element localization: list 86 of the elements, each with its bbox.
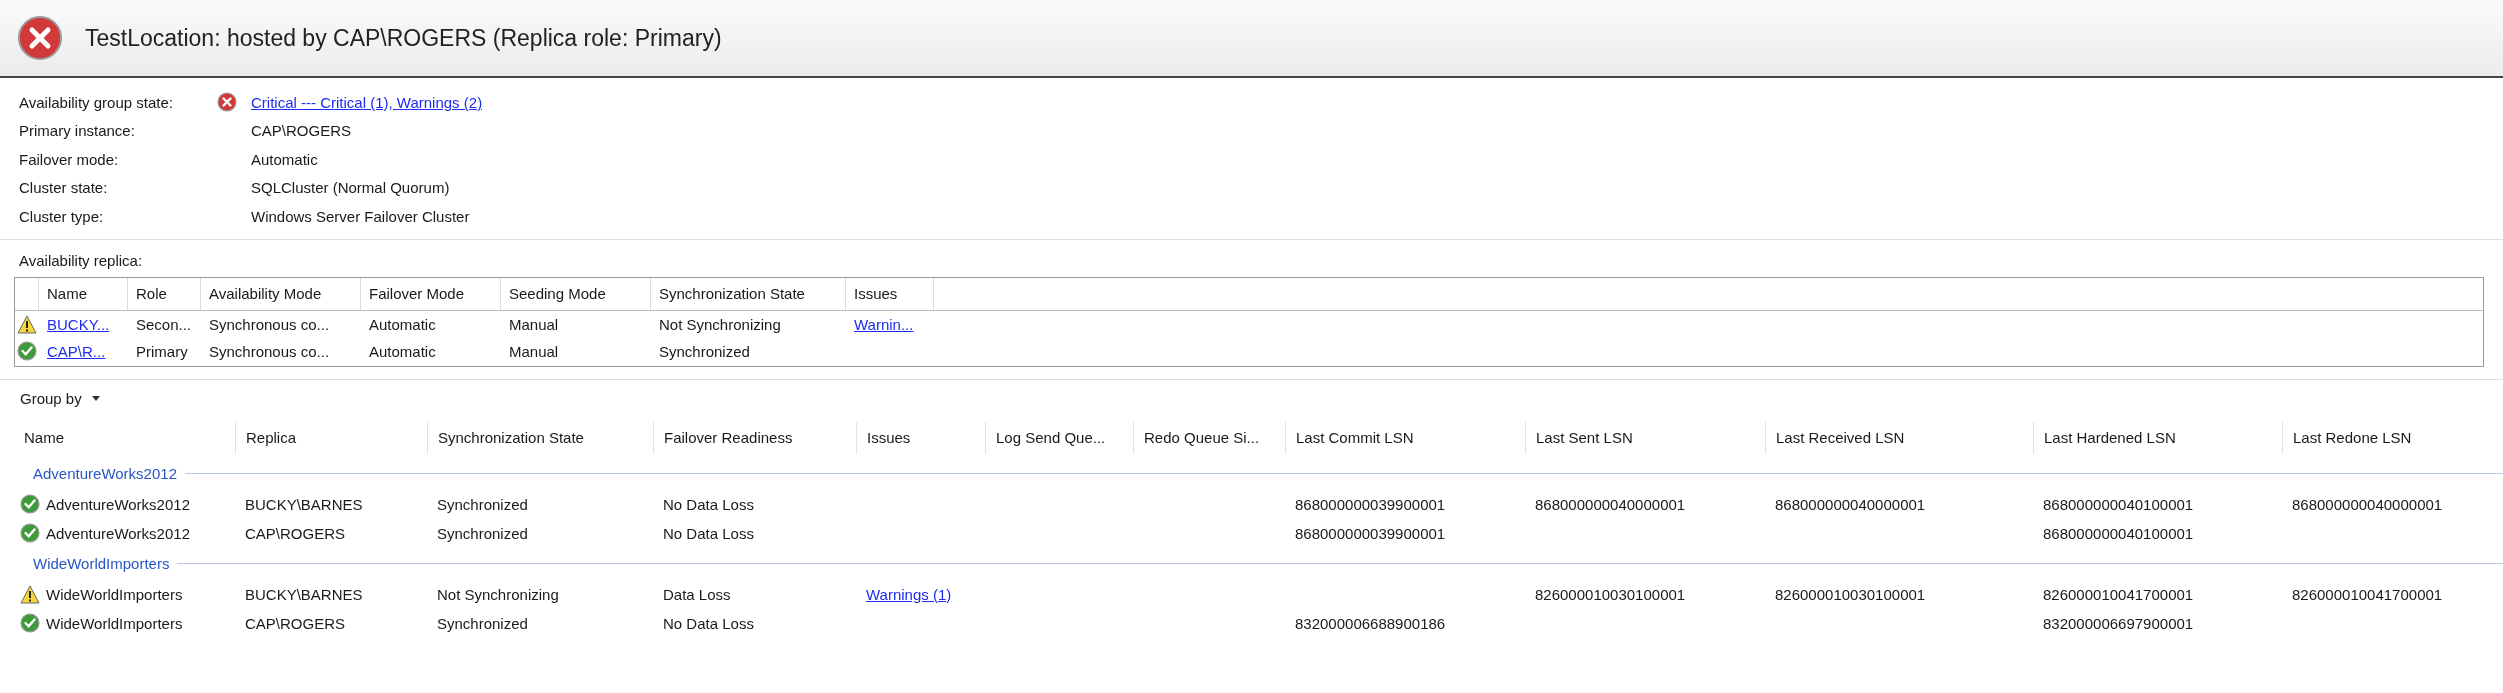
- group-header[interactable]: AdventureWorks2012: [33, 465, 177, 482]
- table-cell: 868000000040100001: [2043, 524, 2194, 542]
- table-cell: 826000010041700001: [2043, 585, 2194, 603]
- table-cell: 868000000039900001: [1295, 495, 1446, 513]
- column-header[interactable]: Seeding Mode: [501, 277, 651, 310]
- column-header[interactable]: Synchronization State: [427, 421, 653, 454]
- table-cell: Automatic: [369, 315, 436, 333]
- property-label: Cluster type:: [19, 207, 105, 225]
- table-cell: Synchronous co...: [209, 315, 330, 333]
- group-header[interactable]: WideWorldImporters: [33, 555, 170, 572]
- table-cell: 826000010030100001: [1535, 585, 1686, 603]
- table-cell: 868000000040000001: [1535, 495, 1686, 513]
- column-header[interactable]: Availability Mode: [201, 277, 361, 310]
- table-cell: CAP\ROGERS: [245, 524, 346, 542]
- column-header[interactable]: Failover Mode: [361, 277, 501, 310]
- table-cell: Synchronized: [437, 614, 528, 632]
- section-title: Availability replica:: [18, 251, 144, 269]
- table-cell: Synchronous co...: [209, 342, 330, 360]
- table-cell: WideWorldImporters: [46, 585, 183, 603]
- table-cell: No Data Loss: [663, 524, 754, 542]
- column-header[interactable]: Last Redone LSN: [2282, 421, 2493, 454]
- issues-link[interactable]: Warnin...: [854, 315, 914, 333]
- table-cell: AdventureWorks2012: [46, 495, 190, 513]
- status-link[interactable]: Critical --- Critical (1), Warnings (2): [251, 93, 483, 111]
- page-title: TestLocation: hosted by CAP\ROGERS (Replica role: Primary): [85, 24, 722, 52]
- property-label: Primary instance:: [19, 122, 136, 140]
- table-cell: Data Loss: [663, 585, 731, 603]
- check-icon: [20, 494, 40, 514]
- property-label: Availability group state:: [19, 93, 174, 111]
- column-header[interactable]: Name: [14, 421, 235, 454]
- column-header[interactable]: Last Received LSN: [1765, 421, 2033, 454]
- column-header[interactable]: Issues: [846, 277, 934, 310]
- column-header[interactable]: Log Send Que...: [985, 421, 1133, 454]
- table-cell: Synchronized: [437, 524, 528, 542]
- column-header[interactable]: Last Hardened LSN: [2033, 421, 2282, 454]
- table-cell: No Data Loss: [663, 614, 754, 632]
- table-cell: Not Synchronizing: [659, 315, 781, 333]
- column-header[interactable]: Failover Readiness: [653, 421, 856, 454]
- table-cell: WideWorldImporters: [46, 614, 183, 632]
- property-value: CAP\ROGERS: [251, 122, 352, 140]
- table-cell: 868000000039900001: [1295, 524, 1446, 542]
- table-cell: Manual: [509, 342, 559, 360]
- check-icon: [20, 523, 40, 543]
- property-value: SQLCluster (Normal Quorum): [251, 179, 450, 197]
- table-cell: BUCKY\BARNES: [245, 495, 363, 513]
- table-cell: CAP\ROGERS: [245, 614, 346, 632]
- check-icon: [20, 613, 40, 633]
- column-header[interactable]: Name: [39, 277, 128, 310]
- warning-icon: [20, 584, 40, 604]
- column-header[interactable]: Replica: [235, 421, 427, 454]
- table-cell: BUCKY\BARNES: [245, 585, 363, 603]
- replica-link[interactable]: BUCKY...: [47, 315, 110, 333]
- issues-link[interactable]: Warnings (1): [866, 585, 952, 603]
- table-cell: 826000010041700001: [2292, 585, 2443, 603]
- column-header[interactable]: Issues: [856, 421, 985, 454]
- table-cell: Manual: [509, 315, 559, 333]
- column-header[interactable]: Role: [128, 277, 201, 310]
- warning-icon: [17, 314, 37, 334]
- column-header[interactable]: Last Sent LSN: [1525, 421, 1765, 454]
- check-icon: [17, 341, 37, 361]
- property-value: Windows Server Failover Cluster: [251, 207, 470, 225]
- table-cell: Secon...: [136, 315, 192, 333]
- error-icon: [17, 15, 63, 61]
- table-cell: Primary: [136, 342, 188, 360]
- table-cell: Synchronized: [437, 495, 528, 513]
- property-label: Failover mode:: [19, 150, 120, 168]
- table-cell: 868000000040000001: [1775, 495, 1926, 513]
- table-cell: 832000006697900001: [2043, 614, 2194, 632]
- table-cell: 832000006688900186: [1295, 614, 1446, 632]
- table-cell: 868000000040000001: [2292, 495, 2443, 513]
- replica-link[interactable]: CAP\R...: [47, 342, 106, 360]
- table-cell: Not Synchronizing: [437, 585, 559, 603]
- column-header[interactable]: Redo Queue Si...: [1133, 421, 1285, 454]
- caret-icon: [91, 395, 100, 401]
- group-by-button[interactable]: Group by: [10, 385, 110, 411]
- table-cell: 826000010030100001: [1775, 585, 1926, 603]
- table-cell: Automatic: [369, 342, 436, 360]
- table-cell: No Data Loss: [663, 495, 754, 513]
- property-value: Automatic: [251, 150, 318, 168]
- table-cell: 868000000040100001: [2043, 495, 2194, 513]
- column-header[interactable]: Synchronization State: [651, 277, 846, 310]
- property-label: Cluster state:: [19, 179, 109, 197]
- error-icon: [217, 92, 237, 113]
- column-header[interactable]: Last Commit LSN: [1285, 421, 1525, 454]
- table-cell: Synchronized: [659, 342, 750, 360]
- table-cell: AdventureWorks2012: [46, 524, 190, 542]
